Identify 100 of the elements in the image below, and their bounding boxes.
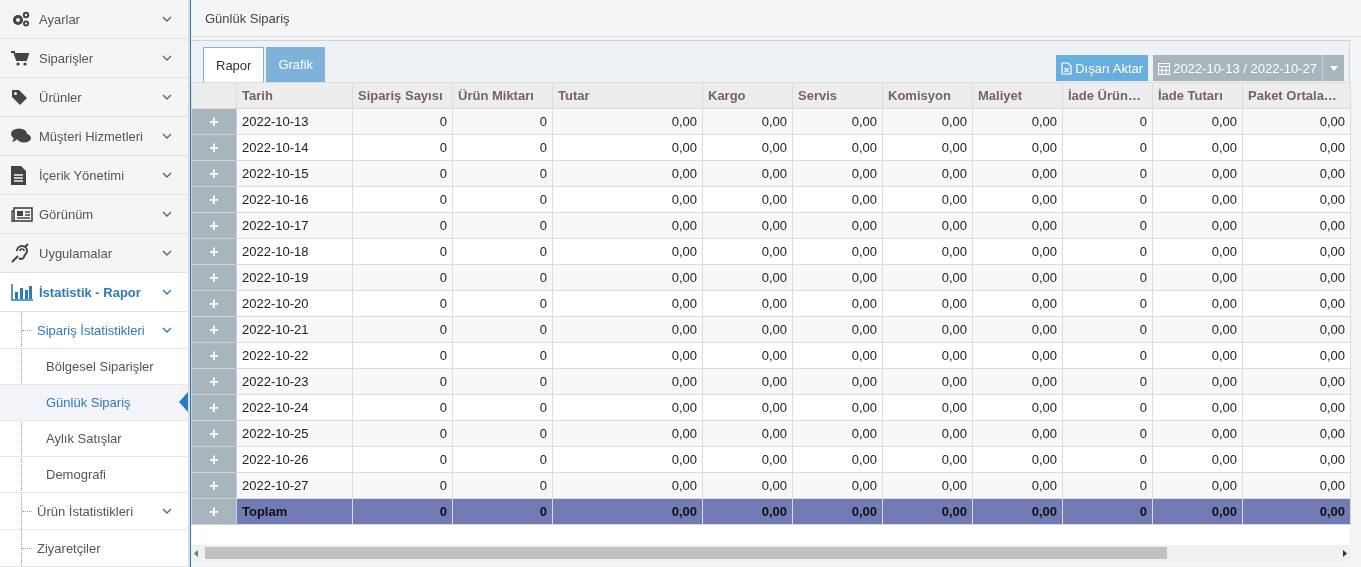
table-cell: 0	[352, 420, 453, 447]
table-cell: 2022-10-26	[236, 446, 353, 473]
table-cell: 0	[452, 238, 553, 265]
table-cell: 0,00	[972, 108, 1063, 135]
table-cell: 0,00	[702, 134, 793, 161]
table-cell: 0,00	[882, 212, 973, 239]
column-header[interactable]: Paket Ortala…	[1242, 82, 1351, 109]
table-cell: 0,00	[792, 368, 883, 395]
column-header[interactable]: Kargo	[702, 82, 793, 109]
table-cell: 0,00	[1242, 134, 1351, 161]
tab[interactable]: Rapor	[203, 47, 265, 82]
table-cell: 0,00	[1152, 446, 1243, 473]
table-cell: 0	[1062, 290, 1153, 317]
table-cell: 0,00	[552, 368, 703, 395]
table-cell: 0,00	[702, 212, 793, 239]
table-cell: 0	[1062, 316, 1153, 343]
table-cell: 0,00	[702, 316, 793, 343]
table-cell: 0,00	[882, 264, 973, 291]
table-cell: 2022-10-27	[236, 472, 353, 499]
table-cell: 0	[452, 446, 553, 473]
table-cell: 0,00	[552, 394, 703, 421]
table-cell: 0,00	[882, 420, 973, 447]
column-header[interactable]: Ürün Miktarı	[452, 82, 553, 109]
table-cell: 2022-10-17	[236, 212, 353, 239]
sidebar-subitem[interactable]: Sipariş İstatistikleri	[0, 312, 188, 349]
table-cell: 0,00	[1152, 238, 1243, 265]
sidebar-subitem[interactable]: Demografi	[0, 457, 188, 493]
chat-icon	[11, 128, 31, 144]
column-header[interactable]: Tarih	[236, 82, 353, 109]
table-cell: 0,00	[702, 290, 793, 317]
column-header[interactable]: Komisyon	[882, 82, 973, 109]
scroll-left-icon[interactable]	[194, 549, 198, 557]
sidebar-subitem[interactable]: Ürün İstatistikleri	[0, 493, 188, 530]
sidebar-subitem[interactable]: Günlük Sipariş	[0, 385, 188, 421]
scroll-right-icon[interactable]	[1343, 549, 1347, 557]
document-icon	[11, 165, 26, 185]
table-cell: 0,00	[972, 472, 1063, 499]
table-cell: 0,00	[792, 342, 883, 369]
table-cell: 0	[1062, 238, 1153, 265]
table-cell: 0	[352, 394, 453, 421]
sidebar-subitem[interactable]: Aylık Satışlar	[0, 421, 188, 457]
table-cell: 0,00	[1152, 160, 1243, 187]
table-cell: 0	[352, 264, 453, 291]
sidebar-subitem[interactable]: Ziyaretçiler	[0, 530, 188, 567]
horizontal-scrollbar[interactable]	[191, 545, 1350, 561]
table-cell: 0,00	[792, 264, 883, 291]
dropdown-button[interactable]	[1322, 55, 1344, 81]
table-cell: 0,00	[1152, 186, 1243, 213]
table-cell: 0	[1062, 108, 1153, 135]
table-cell: 0	[1062, 160, 1153, 187]
table-cell: 0,00	[1242, 368, 1351, 395]
column-header[interactable]: Sipariş Sayısı	[352, 82, 453, 109]
table-cell: 0,00	[702, 160, 793, 187]
column-header[interactable]: İade Tutarı	[1152, 82, 1243, 109]
table-cell: 0,00	[1152, 134, 1243, 161]
table-cell: 0,00	[1242, 420, 1351, 447]
newspaper-icon	[11, 206, 33, 222]
table-cell: 0,00	[882, 446, 973, 473]
table-cell: 2022-10-13	[236, 108, 353, 135]
sidebar-item[interactable]: İçerik Yönetimi	[0, 156, 188, 195]
table-cell: 0	[1062, 446, 1153, 473]
export-button[interactable]: Dışarı Aktar	[1056, 55, 1149, 81]
table-cell: 0,00	[1152, 368, 1243, 395]
table-cell: 0	[1062, 134, 1153, 161]
column-header[interactable]: Servis	[792, 82, 883, 109]
table-cell: 0	[352, 342, 453, 369]
tag-icon	[11, 88, 28, 106]
table-cell: 0,00	[1152, 108, 1243, 135]
table-cell: 0,00	[882, 342, 973, 369]
table-cell: 0	[452, 212, 553, 239]
table-cell: 0	[1062, 342, 1153, 369]
table-cell: 0	[452, 134, 553, 161]
column-header[interactable]: Tutar	[552, 82, 703, 109]
table-cell: 0,00	[792, 290, 883, 317]
sidebar-item[interactable]: Ayarlar	[0, 0, 188, 39]
chevron-icon	[162, 327, 172, 333]
sidebar-item[interactable]: Ürünler	[0, 78, 188, 117]
sidebar-item[interactable]: Siparişler	[0, 39, 188, 78]
table-cell: 0	[452, 186, 553, 213]
table-cell: 0	[1062, 420, 1153, 447]
total-cell: 0,00	[882, 498, 973, 525]
table-cell: 0,00	[702, 368, 793, 395]
sidebar-item[interactable]: İstatistik - Rapor	[0, 273, 188, 312]
table-cell: 0,00	[972, 446, 1063, 473]
column-header[interactable]: Maliyet	[972, 82, 1063, 109]
table-cell: 0,00	[1242, 316, 1351, 343]
total-cell: 0	[352, 498, 453, 525]
sidebar-item[interactable]: Görünüm	[0, 195, 188, 234]
table-cell: 0,00	[972, 420, 1063, 447]
cart-icon	[11, 50, 29, 66]
table-cell: 0,00	[1152, 290, 1243, 317]
sidebar-item[interactable]: Müşteri Hizmetleri	[0, 117, 188, 156]
table-cell: 0	[1062, 368, 1153, 395]
table-cell: 0	[352, 160, 453, 187]
column-header[interactable]: İade Ürün…	[1062, 82, 1153, 109]
table-cell: 0,00	[1242, 446, 1351, 473]
chevron-icon	[162, 133, 172, 139]
table-cell: 0	[352, 186, 453, 213]
table-cell: 2022-10-18	[236, 238, 353, 265]
table-cell: 0	[452, 290, 553, 317]
